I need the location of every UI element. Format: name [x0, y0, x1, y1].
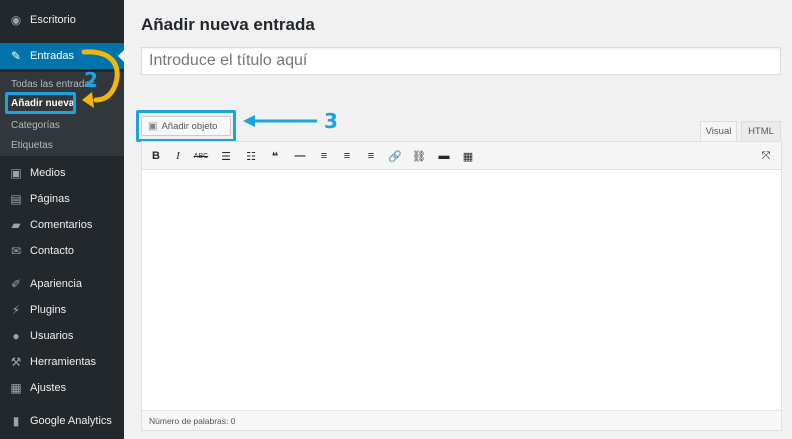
curved-arrow-head	[82, 92, 94, 108]
pages-icon: ▤	[10, 192, 22, 206]
editor-toolbar: B I ABC ☰ ☷ ❝ — ≡ ≡ ≡ 🔗 ⛓ ▬ ▦ ⤧	[142, 142, 781, 170]
pushpin-icon: ✎	[10, 49, 22, 63]
sidebar-item-label: Entradas	[30, 50, 75, 62]
sidebar-item-paginas[interactable]: ▤ Páginas	[0, 186, 124, 212]
sidebar-item-label: Escritorio	[30, 14, 76, 26]
page-title: Añadir nueva entrada	[141, 15, 315, 34]
sidebar-item-apariencia[interactable]: ✐ Apariencia	[0, 271, 124, 297]
tab-html[interactable]: HTML	[741, 121, 781, 141]
annotation-step-3: 3	[324, 109, 338, 133]
sidebar-item-label: Plugins	[30, 304, 67, 316]
plug-icon: ⚡	[11, 303, 21, 317]
submenu-categorias[interactable]: Categorías	[11, 120, 60, 131]
sidebar-item-ajustes[interactable]: ▦ Ajustes	[0, 375, 124, 401]
sidebar-item-herramientas[interactable]: ⚒ Herramientas	[0, 349, 124, 375]
toolbar-toggle-icon[interactable]: ▦	[460, 149, 476, 163]
sidebar-item-label: Usuarios	[30, 330, 74, 342]
sidebar-item-google-analytics[interactable]: ▮ Google Analytics	[0, 408, 124, 434]
fullscreen-icon[interactable]: ⤧	[758, 149, 774, 163]
dashboard-icon: ◉	[10, 13, 22, 27]
wrench-icon: ⚒	[10, 355, 22, 369]
sidebar-item-comentarios[interactable]: ▰ Comentarios	[0, 212, 124, 238]
read-more-icon[interactable]: ▬	[436, 149, 452, 163]
align-center-icon[interactable]: ≡	[339, 149, 355, 163]
strikethrough-icon[interactable]: ABC	[193, 149, 209, 163]
bullet-list-icon[interactable]: ☰	[218, 149, 234, 163]
sidebar-item-label: Apariencia	[30, 278, 82, 290]
highlight-box-anadir-nueva	[5, 92, 76, 114]
comments-icon: ▰	[11, 218, 21, 232]
mail-icon: ✉	[10, 244, 22, 258]
blockquote-icon[interactable]: ❝	[267, 149, 283, 163]
brush-icon: ✐	[10, 277, 22, 291]
arrow-annotation	[243, 115, 317, 127]
media-icon: ▣	[10, 166, 22, 180]
sidebar-item-label: Contacto	[30, 245, 75, 257]
unlink-icon[interactable]: ⛓	[411, 149, 427, 163]
post-title-input[interactable]	[141, 47, 781, 75]
add-media-label: Añadir objeto	[161, 120, 218, 132]
chart-icon: ▮	[12, 414, 20, 428]
editor-content-area[interactable]	[142, 170, 781, 410]
add-media-icon: ▣	[148, 120, 158, 132]
submenu-etiquetas[interactable]: Etiquetas	[11, 140, 53, 151]
annotation-step-2: 2	[84, 68, 98, 92]
tab-visual[interactable]: Visual	[700, 121, 737, 141]
users-icon: ●	[12, 329, 20, 343]
sidebar-item-label: Ajustes	[30, 382, 67, 394]
align-left-icon[interactable]: ≡	[316, 149, 332, 163]
bold-icon[interactable]: B	[148, 149, 164, 163]
sidebar-item-label: Medios	[30, 167, 66, 179]
align-right-icon[interactable]: ≡	[363, 149, 379, 163]
word-count: Número de palabras: 0	[149, 415, 236, 426]
sidebar-item-label: Páginas	[30, 193, 70, 205]
numbered-list-icon[interactable]: ☷	[243, 149, 259, 163]
editor-status-bar: Número de palabras: 0	[142, 410, 781, 430]
arrow-head	[243, 115, 255, 127]
sidebar-item-usuarios[interactable]: ● Usuarios	[0, 323, 124, 349]
sidebar-item-contacto[interactable]: ✉ Contacto	[0, 238, 124, 264]
sidebar-item-escritorio[interactable]: ◉ Escritorio	[0, 7, 124, 33]
sidebar-item-medios[interactable]: ▣ Medios	[0, 160, 124, 186]
sidebar-item-plugins[interactable]: ⚡ Plugins	[0, 297, 124, 323]
post-editor: B I ABC ☰ ☷ ❝ — ≡ ≡ ≡ 🔗 ⛓ ▬ ▦ ⤧ Número d…	[141, 141, 782, 431]
horizontal-line-icon[interactable]: —	[292, 149, 308, 163]
italic-icon[interactable]: I	[170, 149, 186, 163]
add-media-button[interactable]: ▣ Añadir objeto	[141, 116, 231, 136]
settings-icon: ▦	[10, 381, 22, 395]
curved-arrow-annotation	[81, 49, 120, 108]
sidebar-item-label: Google Analytics	[30, 415, 112, 427]
sidebar-item-label: Comentarios	[30, 219, 93, 231]
sidebar-item-label: Herramientas	[30, 356, 97, 368]
link-icon[interactable]: 🔗	[387, 149, 403, 163]
